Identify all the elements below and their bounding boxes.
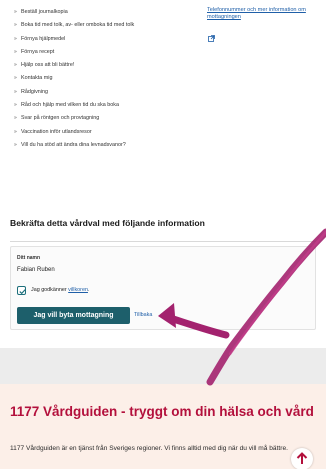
name-label: Ditt namn bbox=[17, 255, 41, 261]
footer-title: 1177 Vårdguiden - tryggt om din hälsa oc… bbox=[10, 404, 314, 419]
service-item[interactable]: » Vill du ha stöd att ändra dina levnadsv… bbox=[14, 139, 204, 152]
service-item[interactable]: » Kontakta mig bbox=[14, 72, 204, 85]
service-item[interactable]: » Boka tid med tolk, av- eller omboka tid… bbox=[14, 19, 204, 32]
service-item[interactable]: » Vaccination inför utlandsresor bbox=[14, 126, 204, 139]
consent-checkbox[interactable] bbox=[17, 286, 26, 295]
back-link[interactable]: Tillbaka bbox=[134, 312, 152, 318]
service-list: » Beställ journalkopia » Boka tid med tolk… bbox=[14, 6, 204, 152]
footer bbox=[0, 384, 326, 469]
consent-text: Jag godkänner villkoren. bbox=[31, 287, 90, 293]
footer-text: 1177 Vårdguiden är en tjänst från Sverig… bbox=[10, 445, 288, 452]
external-link-icon[interactable] bbox=[208, 29, 215, 42]
service-item[interactable]: » Beställ journalkopia bbox=[14, 6, 204, 19]
name-value: Fabian Ruben bbox=[17, 267, 55, 273]
service-item[interactable]: » Rådgivning bbox=[14, 86, 204, 99]
checkmark-icon bbox=[19, 289, 26, 295]
service-item[interactable]: » Råd och hjälp med vilken tid du ska bok… bbox=[14, 99, 204, 112]
service-item[interactable]: » Förnya hjälpmedel bbox=[14, 33, 204, 46]
back-to-top-button[interactable] bbox=[291, 448, 313, 469]
service-item[interactable]: » Svar på röntgen och provtagning bbox=[14, 112, 204, 125]
divider bbox=[10, 241, 316, 242]
service-item[interactable]: » Hjälp oss att bli bättre! bbox=[14, 59, 204, 72]
change-clinic-button[interactable]: Jag vill byta mottagning bbox=[17, 307, 130, 324]
gray-band bbox=[0, 348, 326, 384]
confirm-title: Bekräfta detta vårdval med följande info… bbox=[10, 218, 205, 228]
terms-link[interactable]: villkoren bbox=[68, 287, 88, 293]
service-item[interactable]: » Förnya recept bbox=[14, 46, 204, 59]
clinic-info-link[interactable]: Telefonnummer och mer information om mot… bbox=[207, 7, 317, 21]
arrow-up-icon bbox=[296, 452, 308, 464]
